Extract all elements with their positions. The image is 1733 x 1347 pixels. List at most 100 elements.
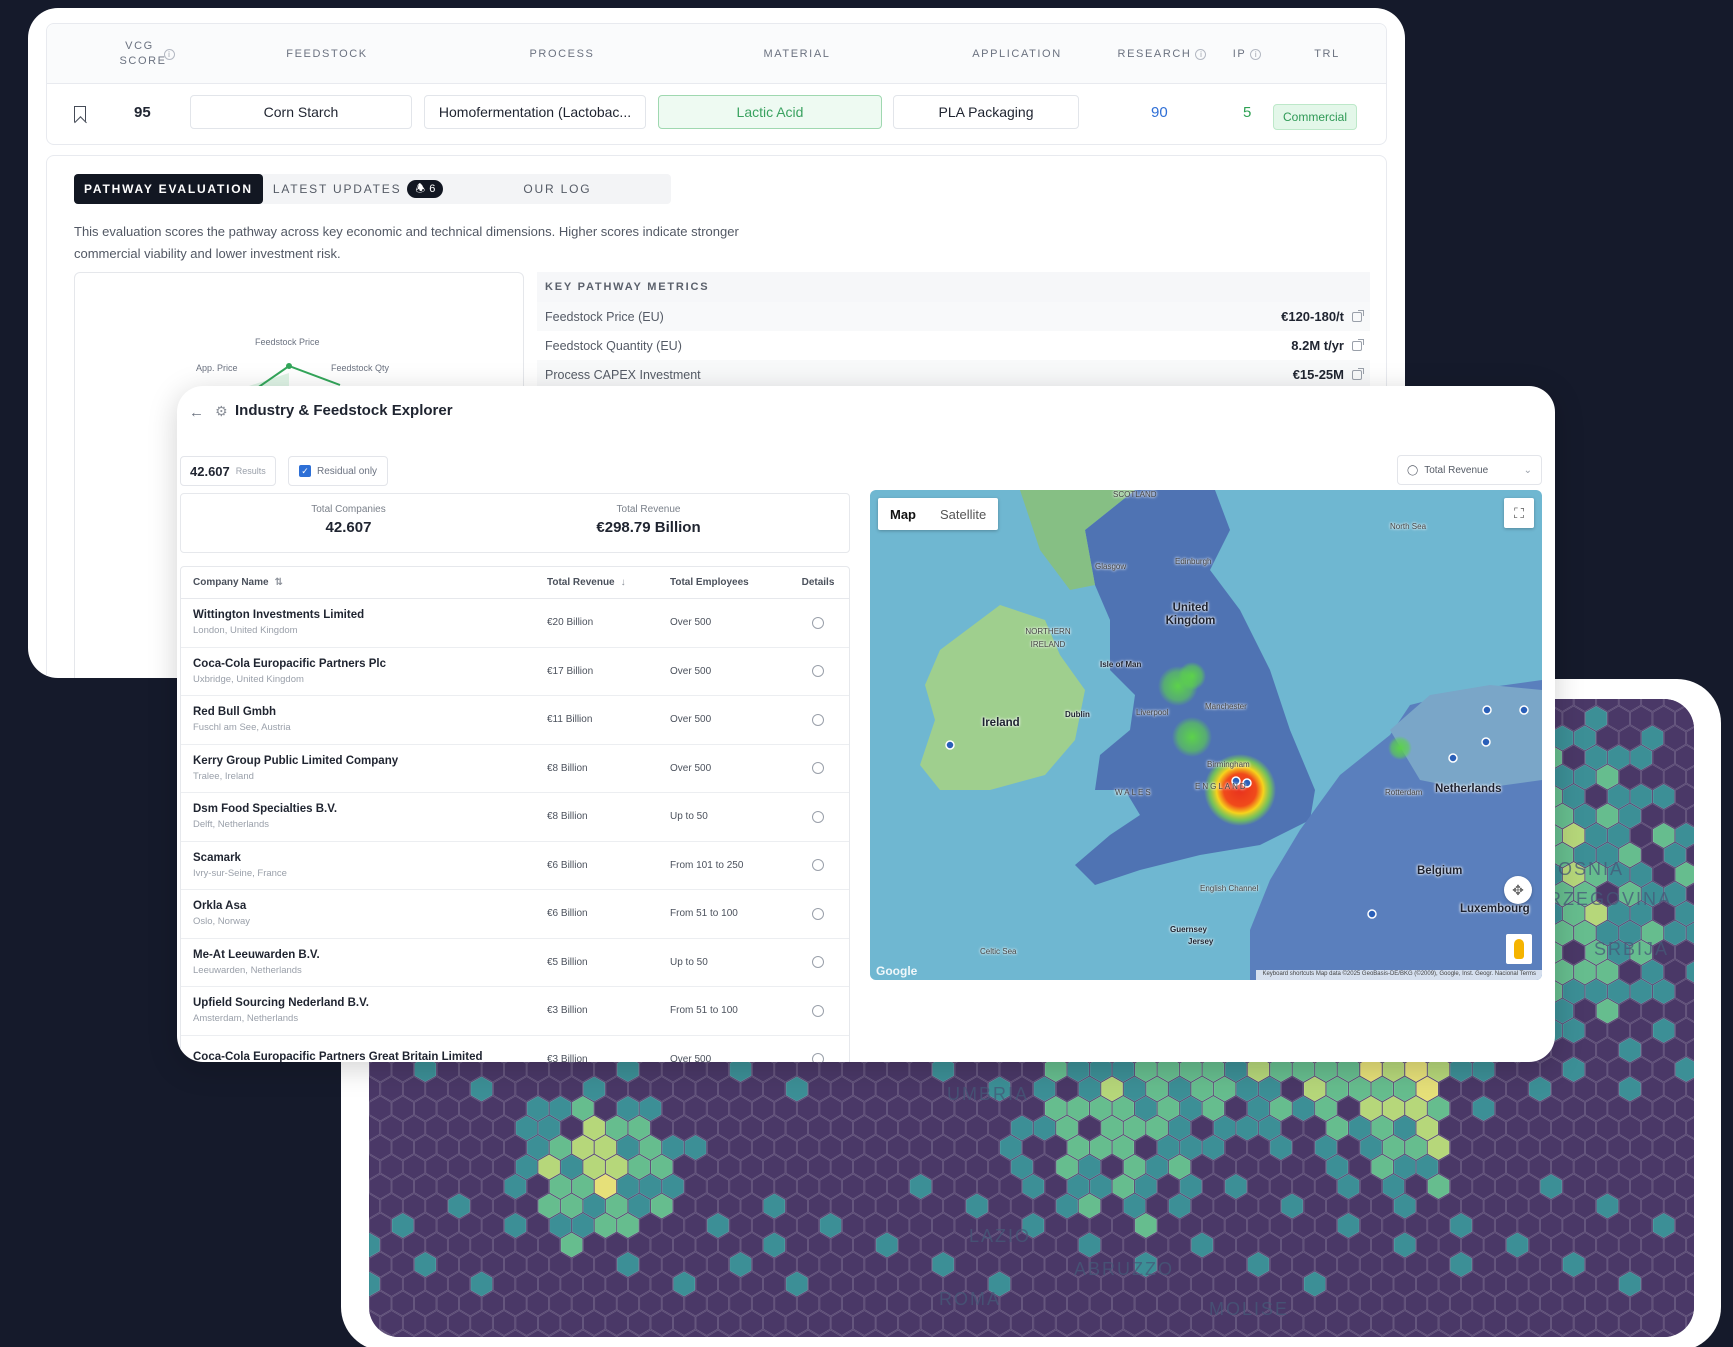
checkbox-checked-icon[interactable]: ✓ bbox=[299, 465, 311, 477]
map-camera-control-icon[interactable]: ✥ bbox=[1504, 876, 1532, 904]
header-application[interactable]: APPLICATION bbox=[917, 24, 1117, 84]
hex-cell bbox=[605, 1271, 628, 1297]
pathway-row[interactable]: 95 Corn Starch Homofermentation (Lactoba… bbox=[47, 84, 1386, 145]
hex-cell bbox=[751, 1251, 775, 1278]
table-row[interactable]: Scamark Ivry-sur-Seine, France €6 Billion F… bbox=[181, 842, 849, 890]
table-row[interactable]: Red Bull Gmbh Fuschl am See, Austria €11 B… bbox=[181, 696, 849, 745]
table-row[interactable]: Wittington Investments Limited London, Un… bbox=[181, 599, 849, 648]
hex-cell bbox=[1652, 1290, 1675, 1317]
external-link-icon[interactable] bbox=[1352, 367, 1364, 380]
settings-icon[interactable]: ⚙ bbox=[215, 403, 228, 420]
hex-cell bbox=[414, 1173, 437, 1200]
info-circle-icon[interactable] bbox=[812, 956, 824, 969]
table-row[interactable]: Coca-Cola Europacific Partners Great Bri… bbox=[181, 1036, 849, 1062]
hex-cell bbox=[740, 1154, 763, 1180]
hex-cell bbox=[1337, 1095, 1360, 1122]
header-feedstock[interactable]: FEEDSTOCK bbox=[212, 24, 442, 84]
tab-latest-updates[interactable]: LATEST UPDATES 🕭 6 bbox=[263, 174, 514, 204]
header-research[interactable]: RESEARCH i bbox=[1107, 24, 1217, 84]
table-row[interactable]: Coca-Cola Europacific Partners Plc Uxbrid… bbox=[181, 648, 849, 696]
external-link-icon[interactable] bbox=[1352, 309, 1364, 322]
header-vcg-score[interactable]: VCG SCORE i bbox=[102, 24, 192, 84]
column-total-revenue[interactable]: Total Revenue ↓ bbox=[547, 577, 670, 588]
column-company-name[interactable]: Company Name ⇅ bbox=[181, 577, 547, 588]
hex-cell bbox=[425, 1271, 448, 1297]
info-circle-icon[interactable] bbox=[812, 1053, 824, 1062]
table-row[interactable]: Dsm Food Specialties B.V. Delft, Netherla… bbox=[181, 793, 849, 842]
material-pill[interactable]: Lactic Acid bbox=[658, 95, 882, 129]
info-circle-icon[interactable] bbox=[812, 665, 824, 678]
hex-cell bbox=[1371, 1232, 1394, 1258]
hex-cell bbox=[706, 1173, 730, 1200]
info-icon[interactable]: i bbox=[163, 48, 175, 60]
hex-cell bbox=[1371, 1193, 1394, 1219]
info-icon[interactable]: i bbox=[1195, 48, 1207, 60]
table-row[interactable]: Kerry Group Public Limited Company Tralee… bbox=[181, 745, 849, 793]
hex-cell bbox=[1359, 1134, 1383, 1161]
fullscreen-icon[interactable]: ⛶ bbox=[1504, 498, 1534, 528]
hex-cell bbox=[594, 1173, 617, 1200]
header-trl[interactable]: TRL bbox=[1287, 24, 1367, 84]
application-pill[interactable]: PLA Packaging bbox=[893, 95, 1079, 129]
hex-cell bbox=[864, 1173, 887, 1200]
hex-cell bbox=[1562, 783, 1585, 810]
hex-cell bbox=[515, 1232, 538, 1258]
hex-cell bbox=[1652, 1134, 1675, 1161]
hex-cell bbox=[1168, 1115, 1191, 1141]
street-view-pegman-icon[interactable] bbox=[1506, 934, 1532, 964]
tab-pathway-evaluation[interactable]: PATHWAY EVALUATION bbox=[74, 174, 263, 204]
feedstock-pill[interactable]: Corn Starch bbox=[190, 95, 412, 129]
metric-select[interactable]: ◯ Total Revenue ⌄ bbox=[1397, 455, 1542, 485]
hex-cell bbox=[594, 1212, 617, 1239]
hex-cell bbox=[1044, 1095, 1067, 1122]
region-label-roma: ROMA bbox=[939, 1289, 1001, 1309]
header-ip[interactable]: IP i bbox=[1212, 24, 1282, 84]
pathway-table-header: VCG SCORE i FEEDSTOCK PROCESS MATERIAL AP… bbox=[47, 24, 1386, 84]
hex-cell bbox=[1382, 1290, 1405, 1317]
residual-only-toggle[interactable]: ✓ Residual only bbox=[288, 456, 389, 486]
hex-cell bbox=[1641, 725, 1664, 751]
tab-our-log[interactable]: OUR LOG bbox=[513, 174, 671, 204]
info-circle-icon[interactable] bbox=[812, 1004, 824, 1017]
hex-cell bbox=[1067, 1290, 1090, 1317]
process-pill[interactable]: Homofermentation (Lactobac... bbox=[424, 95, 646, 129]
header-process[interactable]: PROCESS bbox=[447, 24, 677, 84]
hex-cell bbox=[1269, 1212, 1293, 1239]
info-icon[interactable]: i bbox=[1250, 48, 1262, 60]
hex-cell bbox=[819, 1290, 842, 1317]
map-view[interactable]: Map Satellite ⛶ SCOTLAND Glasgow Edinbur… bbox=[870, 490, 1542, 980]
hex-cell bbox=[909, 1251, 932, 1278]
column-total-employees[interactable]: Total Employees bbox=[670, 577, 788, 588]
hex-cell bbox=[1663, 959, 1687, 985]
header-material[interactable]: MATERIAL bbox=[682, 24, 912, 84]
hex-cell bbox=[1461, 1115, 1484, 1141]
hex-cell bbox=[1078, 1154, 1101, 1180]
hex-cell bbox=[1641, 1193, 1664, 1219]
hex-cell bbox=[819, 1095, 842, 1122]
hex-cell bbox=[920, 1193, 944, 1219]
info-circle-icon[interactable] bbox=[812, 907, 824, 920]
sort-icon[interactable]: ⇅ bbox=[275, 577, 283, 588]
sort-desc-icon[interactable]: ↓ bbox=[621, 577, 626, 588]
back-arrow-icon[interactable]: ← bbox=[189, 404, 204, 421]
map-tab-satellite[interactable]: Satellite bbox=[928, 507, 998, 522]
table-row[interactable]: Upfield Sourcing Nederland B.V. Amsterdam… bbox=[181, 987, 849, 1036]
table-row[interactable]: Me-At Leeuwarden B.V. Leeuwarden, Netherl… bbox=[181, 939, 849, 987]
hex-cell bbox=[560, 1271, 583, 1297]
map-tab-map[interactable]: Map bbox=[878, 507, 928, 522]
hex-cell bbox=[1607, 1095, 1630, 1122]
info-circle-icon[interactable] bbox=[812, 616, 824, 629]
hex-cell bbox=[751, 1134, 775, 1161]
info-circle-icon[interactable] bbox=[812, 762, 824, 775]
map-attribution[interactable]: Keyboard shortcuts Map data ©2025 GeoBas… bbox=[1256, 970, 1542, 980]
info-circle-icon[interactable] bbox=[812, 810, 824, 823]
hex-cell bbox=[560, 1193, 583, 1219]
table-row[interactable]: Orkla Asa Oslo, Norway €6 Billion From 51 t… bbox=[181, 890, 849, 939]
map-label-north-sea: North Sea bbox=[1390, 522, 1427, 531]
external-link-icon[interactable] bbox=[1352, 338, 1364, 351]
bookmark-icon[interactable] bbox=[74, 106, 86, 122]
info-circle-icon[interactable] bbox=[812, 713, 824, 726]
hex-cell bbox=[1281, 1115, 1304, 1141]
hex-cell bbox=[932, 1134, 955, 1161]
info-circle-icon[interactable] bbox=[812, 859, 824, 872]
